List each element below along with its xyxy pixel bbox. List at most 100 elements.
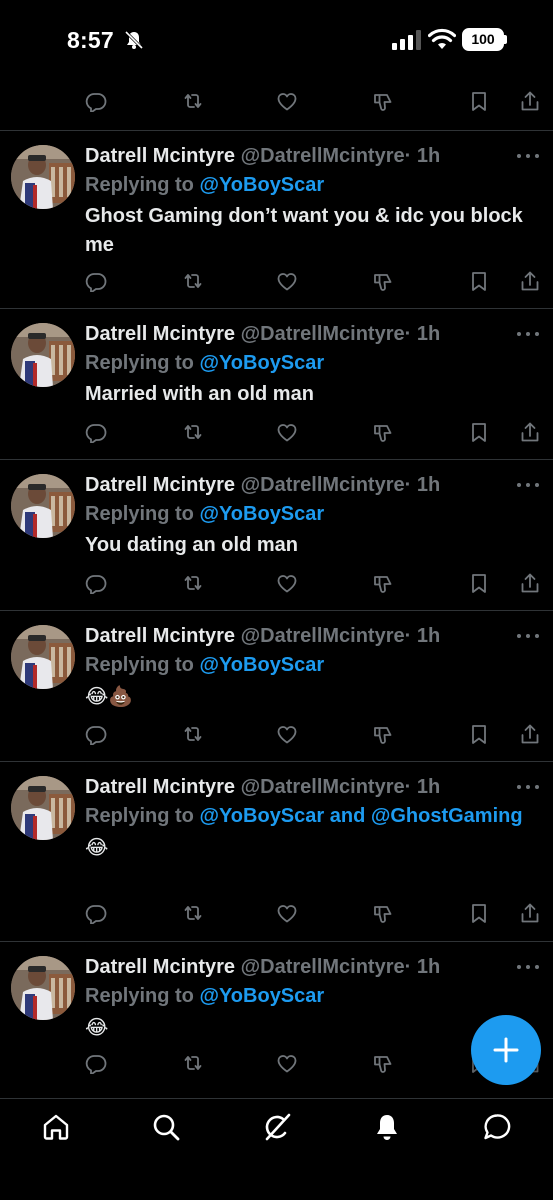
reply-button[interactable] <box>83 1050 109 1076</box>
search-icon <box>153 1114 180 1141</box>
like-button[interactable] <box>274 419 300 445</box>
replying-mention[interactable]: @YoBoyScar and @GhostGaming <box>199 805 522 827</box>
tweet-timestamp: · 1h <box>404 625 441 647</box>
share-button[interactable] <box>517 419 543 445</box>
author-handle[interactable]: @DatrellMcintyre <box>241 474 405 496</box>
like-button[interactable] <box>274 1050 300 1076</box>
avatar[interactable] <box>11 776 75 840</box>
tab-home[interactable] <box>40 1111 72 1143</box>
battery-nub <box>504 35 507 44</box>
downvote-button[interactable] <box>370 721 396 747</box>
author-handle[interactable]: @DatrellMcintyre <box>241 956 405 978</box>
reply-button[interactable] <box>83 900 109 926</box>
share-button[interactable] <box>517 268 543 294</box>
author-name[interactable]: Datrell Mcintyre <box>85 145 235 167</box>
like-button[interactable] <box>274 88 300 114</box>
avatar-photo <box>11 776 75 840</box>
share-button[interactable] <box>517 88 543 114</box>
bookmark-icon <box>472 574 486 593</box>
like-button[interactable] <box>274 721 300 747</box>
downvote-button[interactable] <box>370 268 396 294</box>
grok-icon <box>265 1113 291 1141</box>
share-button[interactable] <box>517 900 543 926</box>
like-icon <box>277 575 297 593</box>
bookmark-button[interactable] <box>466 721 492 747</box>
replying-mention[interactable]: @YoBoyScar <box>199 352 324 374</box>
bookmark-button[interactable] <box>466 268 492 294</box>
downvote-button[interactable] <box>370 419 396 445</box>
share-icon <box>521 422 539 442</box>
retweet-button[interactable] <box>179 570 205 596</box>
reply-button[interactable] <box>83 268 109 294</box>
bell-slash-icon <box>124 30 144 50</box>
like-icon <box>277 93 297 111</box>
like-icon <box>277 726 297 744</box>
retweet-icon <box>184 425 202 439</box>
tweet-header: Datrell Mcintyre @DatrellMcintyre· 1h <box>85 319 535 349</box>
reply-button[interactable] <box>83 721 109 747</box>
downvote-button[interactable] <box>370 1050 396 1076</box>
retweet-button[interactable] <box>179 721 205 747</box>
avatar[interactable] <box>11 323 75 387</box>
downvote-button[interactable] <box>370 900 396 926</box>
retweet-button[interactable] <box>179 419 205 445</box>
like-button[interactable] <box>274 570 300 596</box>
reply-button[interactable] <box>83 419 109 445</box>
bookmark-button[interactable] <box>466 419 492 445</box>
tweet-text: Ghost Gaming don’t want you & idc you bl… <box>85 205 523 256</box>
bookmark-icon <box>472 272 486 291</box>
wifi-icon <box>428 28 456 49</box>
author-name[interactable]: Datrell Mcintyre <box>85 956 235 978</box>
retweet-button[interactable] <box>179 268 205 294</box>
share-button[interactable] <box>517 570 543 596</box>
replying-mention[interactable]: @YoBoyScar <box>199 174 324 196</box>
tab-search[interactable] <box>150 1111 182 1143</box>
like-button[interactable] <box>274 900 300 926</box>
replying-mention[interactable]: @YoBoyScar <box>199 503 324 525</box>
tab-notifications[interactable] <box>371 1111 403 1143</box>
author-name[interactable]: Datrell Mcintyre <box>85 474 235 496</box>
author-name[interactable]: Datrell Mcintyre <box>85 323 235 345</box>
avatar[interactable] <box>11 474 75 538</box>
tab-messages[interactable] <box>481 1111 513 1143</box>
replying-prefix: Replying to <box>85 985 200 1007</box>
avatar[interactable] <box>11 956 75 1020</box>
retweet-button[interactable] <box>179 1050 205 1076</box>
author-handle[interactable]: @DatrellMcintyre <box>241 323 405 345</box>
tweet-text: 😂💩 <box>85 686 134 708</box>
replying-mention[interactable]: @YoBoyScar <box>199 985 324 1007</box>
tab-grok[interactable] <box>261 1111 293 1143</box>
retweet-icon <box>184 906 202 920</box>
reply-button[interactable] <box>83 88 109 114</box>
author-name[interactable]: Datrell Mcintyre <box>85 625 235 647</box>
like-button[interactable] <box>274 268 300 294</box>
avatar[interactable] <box>11 625 75 689</box>
bookmark-icon <box>472 904 486 923</box>
reply-button[interactable] <box>83 570 109 596</box>
avatar[interactable] <box>11 145 75 209</box>
retweet-button[interactable] <box>179 900 205 926</box>
bookmark-button[interactable] <box>466 900 492 926</box>
tweet-action-bar <box>0 900 553 930</box>
downvote-button[interactable] <box>370 570 396 596</box>
tweet-action-bar <box>0 88 553 118</box>
bell-icon <box>377 1115 397 1140</box>
retweet-button[interactable] <box>179 88 205 114</box>
bookmark-button[interactable] <box>466 570 492 596</box>
author-name[interactable]: Datrell Mcintyre <box>85 776 235 798</box>
bookmark-button[interactable] <box>466 88 492 114</box>
author-handle[interactable]: @DatrellMcintyre <box>241 776 405 798</box>
share-button[interactable] <box>517 721 543 747</box>
replying-mention[interactable]: @YoBoyScar <box>199 654 324 676</box>
author-handle[interactable]: @DatrellMcintyre <box>241 625 405 647</box>
downvote-button[interactable] <box>370 88 396 114</box>
tweet-body: Datrell Mcintyre @DatrellMcintyre· 1h Rep… <box>85 772 535 863</box>
messages-icon <box>484 1114 511 1140</box>
bookmark-icon <box>472 725 486 744</box>
plus-icon <box>493 1037 519 1063</box>
share-icon <box>521 724 539 744</box>
timeline[interactable]: Datrell Mcintyre @DatrellMcintyre· 1h Rep… <box>0 78 553 1098</box>
reply-icon <box>85 93 107 112</box>
compose-button[interactable] <box>471 1015 541 1085</box>
author-handle[interactable]: @DatrellMcintyre <box>241 145 405 167</box>
